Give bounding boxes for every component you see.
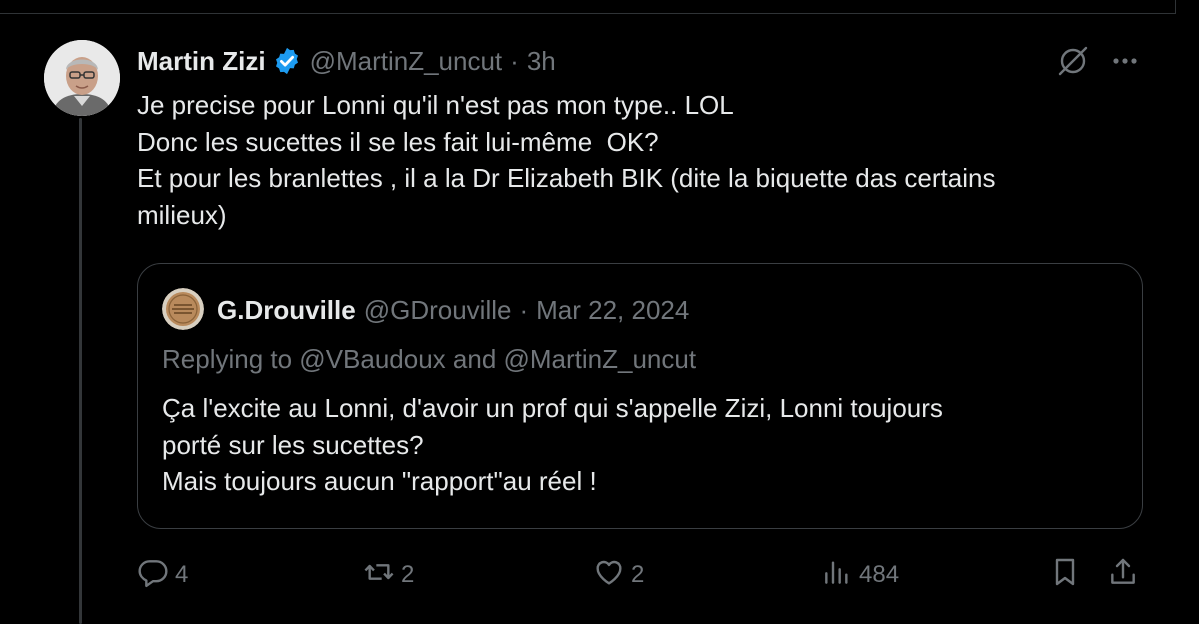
quote-line: Mais toujours aucun "rapport"au réel ! [162, 466, 597, 496]
verified-badge-icon [272, 46, 302, 76]
reply-button[interactable]: 4 [137, 556, 188, 594]
reply-icon [137, 556, 169, 595]
tweet-text: Je precise pour Lonni qu'il n'est pas mo… [137, 87, 1147, 233]
bookmark-icon [1049, 556, 1081, 595]
tweet-line: milieux) [137, 199, 227, 230]
reply-count: 4 [175, 561, 189, 588]
separator-dot: · [519, 294, 529, 325]
views-count: 484 [859, 561, 900, 588]
tweet-header: Martin Zizi @MartinZ_uncut · 3h [137, 42, 556, 80]
like-icon [593, 556, 625, 595]
like-button[interactable]: 2 [593, 556, 644, 594]
bookmark-button[interactable] [1049, 556, 1081, 594]
share-button[interactable] [1107, 556, 1139, 594]
repost-button[interactable]: 2 [363, 556, 414, 594]
author-handle[interactable]: @MartinZ_uncut [310, 46, 503, 77]
tweet-line: Et pour les branlettes , il a la Dr Eliz… [137, 163, 996, 193]
action-bar: 4 2 2 484 [137, 556, 1147, 594]
separator-dot: · [510, 45, 519, 76]
author-avatar[interactable] [44, 40, 120, 116]
replying-to: Replying to @VBaudoux and @MartinZ_uncut [162, 344, 697, 374]
quote-author-avatar[interactable] [162, 288, 204, 330]
grok-icon[interactable] [1056, 44, 1090, 78]
author-name[interactable]: Martin Zizi [137, 46, 266, 77]
share-icon [1107, 556, 1139, 595]
repost-icon [363, 556, 395, 595]
tweet-time[interactable]: 3h [527, 46, 556, 77]
tweet-line: Je precise pour Lonni qu'il n'est pas mo… [137, 90, 734, 120]
tweet-line: Donc les sucettes il se les fait lui-mêm… [137, 126, 659, 157]
views-button[interactable]: 484 [821, 556, 899, 594]
views-icon [821, 556, 853, 595]
quote-author-handle[interactable]: @GDrouville [364, 295, 512, 326]
quote-date[interactable]: Mar 22, 2024 [536, 295, 689, 326]
quote-header: G.Drouville @GDrouville · Mar 22, 2024 [217, 292, 689, 328]
previous-tweet-border [0, 0, 1176, 14]
repost-count: 2 [401, 561, 415, 588]
quote-text: Ça l'excite au Lonni, d'avoir un prof qu… [162, 390, 1122, 500]
quote-line: Ça l'excite au Lonni, d'avoir un prof qu… [162, 393, 943, 423]
quote-author-name[interactable]: G.Drouville [217, 295, 356, 326]
tweet-screen: Martin Zizi @MartinZ_uncut · 3h Je preci… [0, 0, 1199, 624]
quoted-tweet[interactable]: G.Drouville @GDrouville · Mar 22, 2024 R… [137, 263, 1143, 529]
like-count: 2 [631, 561, 645, 588]
more-icon[interactable] [1108, 46, 1142, 76]
thread-line [79, 118, 82, 624]
quote-line: porté sur les sucettes? [162, 429, 424, 460]
